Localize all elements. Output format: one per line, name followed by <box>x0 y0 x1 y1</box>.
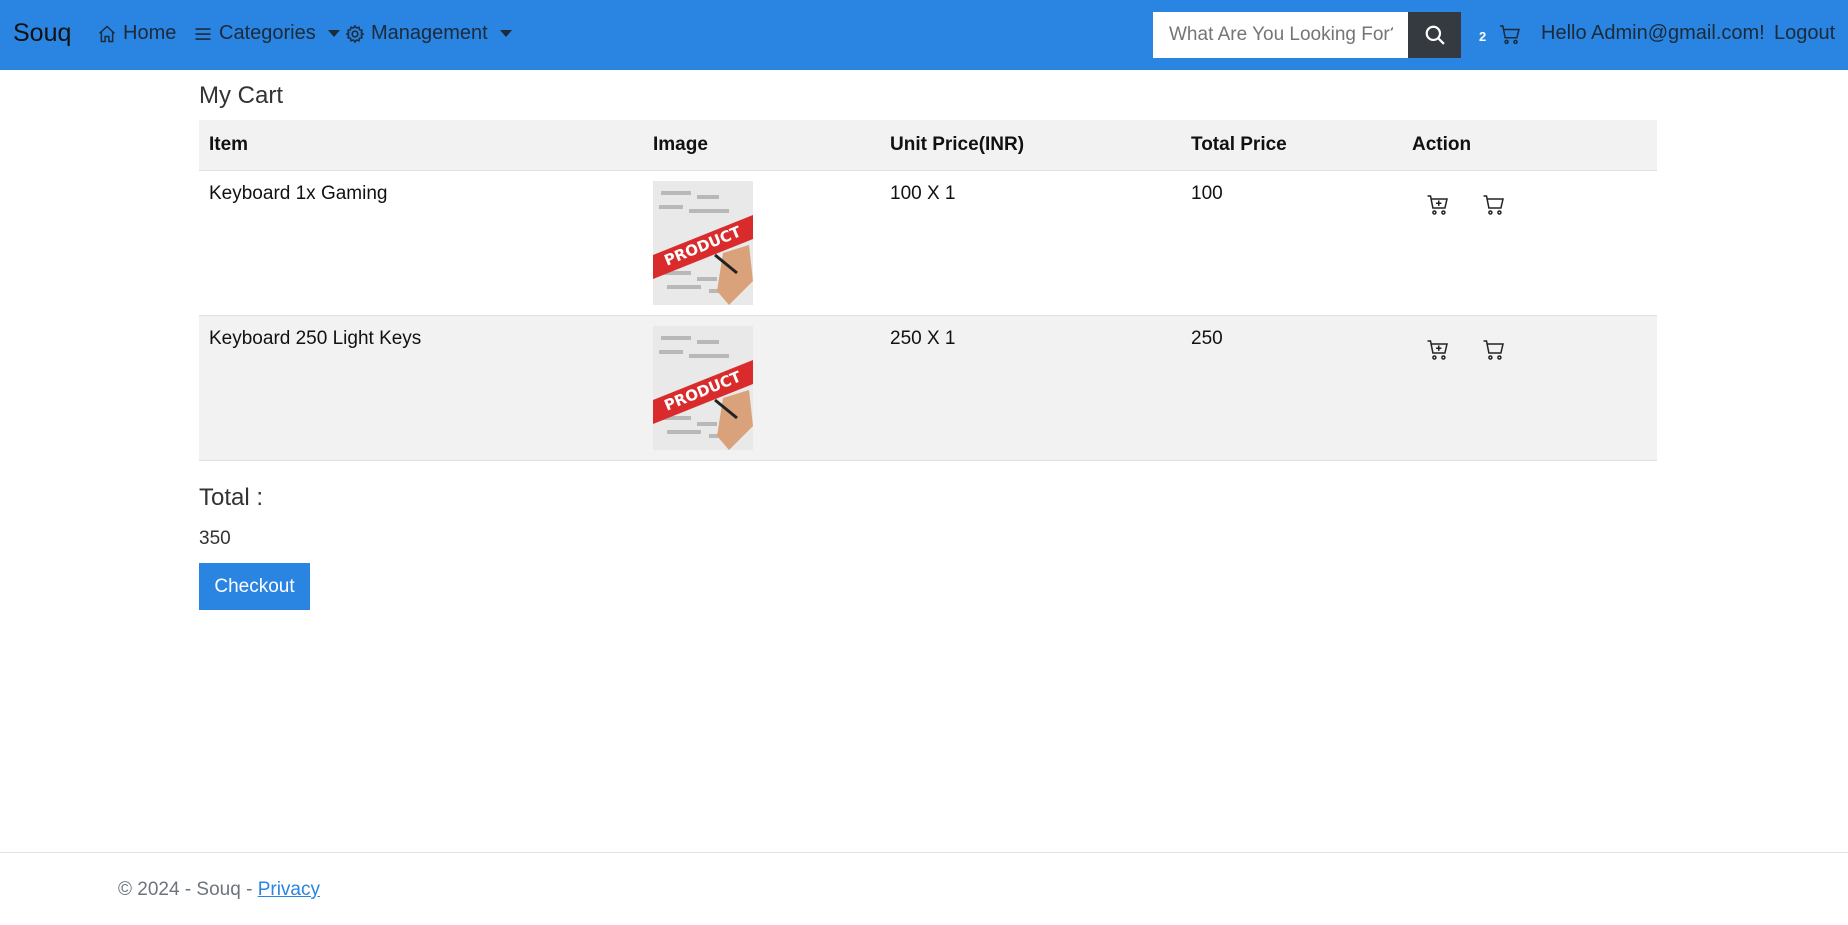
brand-logo[interactable]: Souq <box>13 19 71 48</box>
nav-management-label: Management <box>371 22 488 44</box>
total-label: Total : <box>199 484 264 511</box>
cart-count-badge: 2 <box>1479 29 1487 44</box>
cell-item: Keyboard 250 Light Keys <box>199 315 643 461</box>
page-title: My Cart <box>199 82 283 109</box>
cell-total-price: 100 <box>1181 170 1402 316</box>
user-greeting[interactable]: Hello Admin@gmail.com! <box>1541 22 1765 45</box>
nav-categories-dropdown[interactable]: Categories <box>193 22 340 45</box>
cell-actions <box>1402 315 1657 461</box>
search-button[interactable] <box>1408 12 1461 58</box>
logout-link[interactable]: Logout <box>1774 22 1835 45</box>
cell-image: PRODUCT <box>643 170 880 316</box>
table-header-row: Item Image Unit Price(INR) Total Price A… <box>199 120 1657 171</box>
column-header-image: Image <box>643 120 880 171</box>
home-icon <box>98 24 116 42</box>
search-input[interactable] <box>1153 12 1409 58</box>
nav-home[interactable]: Home <box>97 22 176 45</box>
product-image[interactable]: PRODUCT <box>653 326 753 450</box>
cell-image: PRODUCT <box>643 315 880 461</box>
cell-unit-price: 100 X 1 <box>880 170 1181 316</box>
list-icon <box>195 27 211 40</box>
table-row: Keyboard 1x Gaming PRODUCT 100 X 1 100 <box>199 170 1657 316</box>
chevron-down-icon <box>327 30 340 37</box>
cart-icon[interactable] <box>1482 193 1506 217</box>
nav-home-label: Home <box>123 22 177 44</box>
column-header-unit-price: Unit Price(INR) <box>880 120 1181 171</box>
footer-copyright: © 2024 - Souq - <box>118 879 258 900</box>
nav-management-dropdown[interactable]: Management <box>345 22 512 45</box>
cart-icon[interactable] <box>1499 24 1521 46</box>
total-value: 350 <box>199 528 231 549</box>
cell-actions <box>1402 170 1657 316</box>
checkout-button[interactable]: Checkout <box>199 563 310 610</box>
nav-categories-label: Categories <box>219 22 316 44</box>
product-image[interactable]: PRODUCT <box>653 181 753 305</box>
cart-table: Item Image Unit Price(INR) Total Price A… <box>199 120 1657 461</box>
search-icon <box>1425 25 1445 45</box>
cart-plus-icon[interactable] <box>1426 193 1450 217</box>
top-navbar: Souq Home Categories Management 2 Hell <box>0 0 1848 70</box>
privacy-link[interactable]: Privacy <box>258 879 320 900</box>
column-header-action: Action <box>1402 120 1657 171</box>
cart-icon[interactable] <box>1482 338 1506 362</box>
cell-item: Keyboard 1x Gaming <box>199 170 643 316</box>
footer-divider <box>0 852 1848 853</box>
table-row: Keyboard 250 Light Keys PRODUCT 250 X 1 … <box>199 315 1657 461</box>
column-header-total-price: Total Price <box>1181 120 1402 171</box>
chevron-down-icon <box>499 30 512 37</box>
gear-icon <box>345 24 365 43</box>
cell-unit-price: 250 X 1 <box>880 315 1181 461</box>
footer: © 2024 - Souq - Privacy <box>118 879 320 901</box>
column-header-item: Item <box>199 120 643 171</box>
cart-plus-icon[interactable] <box>1426 338 1450 362</box>
cell-total-price: 250 <box>1181 315 1402 461</box>
